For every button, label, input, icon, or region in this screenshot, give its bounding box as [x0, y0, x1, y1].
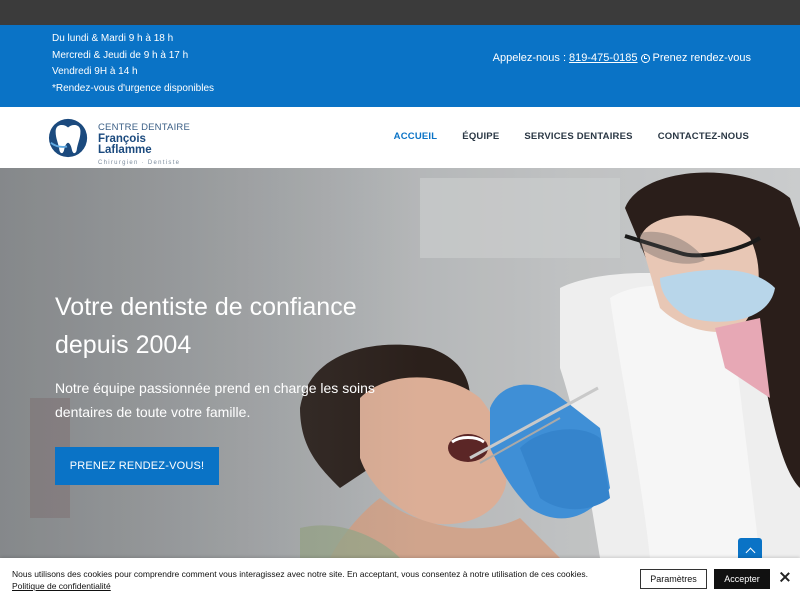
appointment-link[interactable]: Prenez rendez-vous [653, 52, 751, 64]
info-bar: Du lundi & Mardi 9 h à 18 h Mercredi & J… [0, 25, 800, 107]
logo-line-3: Chirurgien · Dentiste [97, 159, 181, 166]
nav-contactez-nous[interactable]: CONTACTEZ-NOUS [658, 131, 749, 142]
cookie-accept-button[interactable]: Accepter [714, 569, 770, 589]
chevron-up-icon [745, 547, 755, 557]
call-label: Appelez-nous : [492, 52, 567, 64]
hero-title: Votre dentiste de confiance depuis 2004 [55, 293, 357, 359]
hours-line: Du lundi & Mardi 9 h à 18 h [52, 33, 174, 44]
cookie-settings-button[interactable]: Paramètres [640, 569, 707, 589]
scroll-to-top-button[interactable] [738, 538, 762, 558]
clock-icon [640, 53, 650, 63]
site-header: CENTRE DENTAIRE François Laflamme Chirur… [0, 107, 800, 168]
cookie-message: Nous utilisons des cookies pour comprend… [12, 568, 602, 592]
book-appointment-button[interactable]: PRENEZ RENDEZ-VOUS! [55, 447, 219, 485]
hero-banner: Votre dentiste de confiance depuis 2004 … [0, 168, 800, 558]
phone-link[interactable]: 819-475-0185 [569, 52, 638, 64]
logo-text: CENTRE DENTAIRE François Laflamme Chirur… [97, 122, 198, 166]
site-logo[interactable]: CENTRE DENTAIRE François Laflamme Chirur… [48, 117, 198, 166]
privacy-policy-link[interactable]: Politique de confidentialité [12, 581, 111, 591]
logo-line-2: François Laflamme [97, 132, 152, 156]
cookie-text: Nous utilisons des cookies pour comprend… [12, 569, 588, 579]
tooth-logo-icon [48, 118, 88, 158]
nav-services-dentaires[interactable]: SERVICES DENTAIRES [524, 131, 632, 142]
top-dark-strip [0, 0, 800, 25]
main-nav: ACCUEIL ÉQUIPE SERVICES DENTAIRES CONTAC… [394, 131, 749, 142]
hours-line: Mercredi & Jeudi de 9 h à 17 h [52, 49, 189, 61]
nav-accueil[interactable]: ACCUEIL [394, 131, 438, 142]
cookie-banner: Nous utilisons des cookies pour comprend… [0, 558, 800, 600]
close-icon[interactable] [778, 570, 792, 584]
hero-subtitle: Notre équipe passionnée prend en charge … [55, 380, 375, 420]
contact-line: Appelez-nous : 819-475-0185 Prenez rende… [493, 52, 751, 64]
logo-line-1: CENTRE DENTAIRE [97, 122, 191, 133]
nav-equipe[interactable]: ÉQUIPE [462, 131, 499, 142]
emergency-note: *Rendez-vous d'urgence disponibles [52, 82, 215, 94]
opening-hours: Du lundi & Mardi 9 h à 18 h Mercredi & J… [52, 31, 214, 97]
hours-line: Vendredi 9H à 14 h [52, 66, 138, 77]
